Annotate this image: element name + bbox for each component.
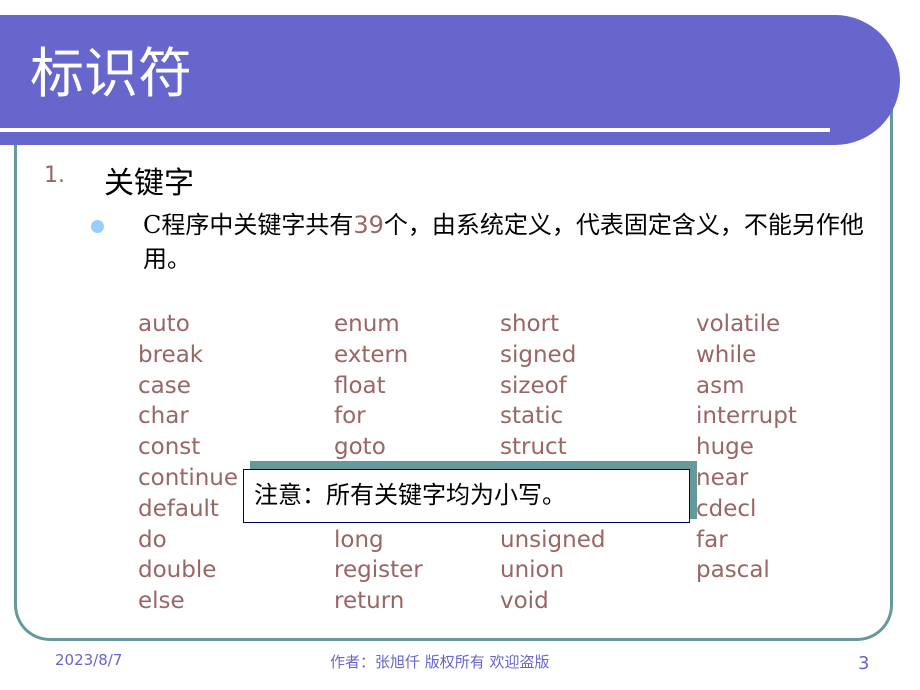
keyword-item: break [138,341,204,368]
keyword-count: 39 [353,211,384,239]
page-number: 3 [858,653,870,674]
note-box: 注意：所有关键字均为小写。 [243,469,690,523]
keyword-item: static [500,403,564,430]
keyword-item: far [696,526,728,553]
keyword-item: signed [500,341,577,368]
keyword-item: do [138,526,167,553]
keyword-item: interrupt [696,403,797,430]
keyword-item: short [500,311,560,337]
keyword-item: continue [138,464,239,491]
keyword-item: near [696,464,749,491]
keyword-item: while [696,341,757,368]
bullet-icon [91,220,104,233]
keyword-item: const [138,434,201,461]
keyword-item: unsigned [500,526,606,553]
footer-author: 作者：张旭仟 版权所有 欢迎盗版 [330,653,550,671]
keyword-item: goto [334,434,386,461]
keyword-item: enum [334,311,400,337]
keyword-item: asm [696,372,745,399]
keyword-item: double [138,557,217,584]
paragraph-before: C程序中关键字共有 [143,211,354,239]
section-heading: 关键字 [104,166,194,201]
slide-title: 标识符 [30,42,192,105]
keyword-item: case [138,372,191,399]
keyword-item: long [334,526,384,553]
keyword-item: auto [138,311,190,337]
keyword-item: return [334,588,405,615]
keyword-item: for [334,403,366,430]
section-number: 1. [44,163,65,188]
keyword-column-4: volatile while asm interrupt huge near cdecl fa… [696,309,797,586]
keyword-item: register [334,557,423,584]
footer-date: 2023/8/7 [55,651,123,669]
keyword-item: pascal [696,557,770,584]
keyword-item: default [138,495,219,522]
keyword-item: huge [696,434,754,461]
paragraph: C程序中关键字共有39个，由系统定义，代表固定含义，不能另作他用。 [143,208,903,276]
keyword-item: struct [500,434,567,461]
keyword-column-1: auto break case char const continue default do d… [138,309,238,617]
keyword-item: volatile [696,311,781,337]
keyword-item: sizeof [500,372,567,399]
keyword-item: cdecl [696,495,757,522]
keyword-item: void [500,588,549,615]
keyword-item: union [500,557,565,584]
title-divider [0,128,830,132]
keyword-item: char [138,403,189,430]
keyword-item: float [334,372,386,399]
keyword-item: extern [334,341,409,368]
keyword-item: else [138,588,185,615]
